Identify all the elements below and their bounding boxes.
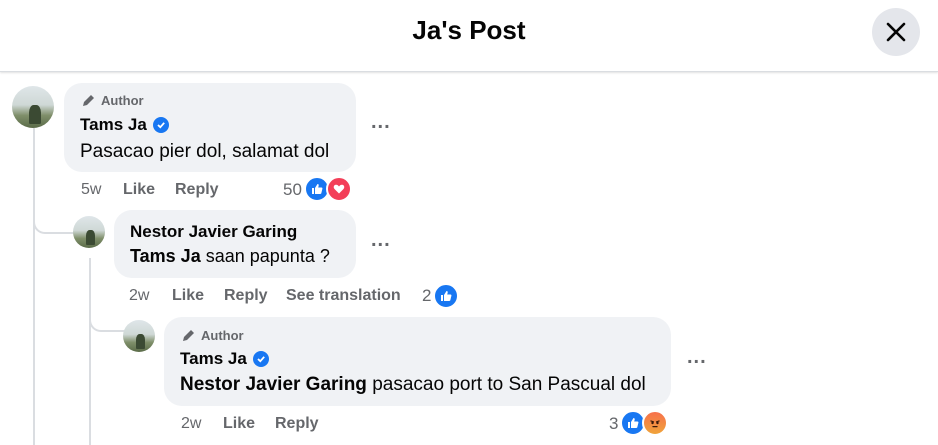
thread-connector xyxy=(33,218,75,234)
like-icon[interactable] xyxy=(433,283,459,309)
close-button[interactable] xyxy=(872,8,920,56)
comment-time[interactable]: 2w xyxy=(181,415,201,433)
close-icon xyxy=(886,22,906,42)
avatar[interactable] xyxy=(12,86,54,128)
love-icon[interactable] xyxy=(326,176,352,202)
comment-text: Nestor Javier Garing pasacao port to San… xyxy=(180,374,646,395)
reply-button[interactable]: Reply xyxy=(224,287,268,305)
commenter-name[interactable]: Tams Ja xyxy=(180,349,269,369)
more-options-icon[interactable]: ... xyxy=(371,229,391,252)
angry-icon[interactable] xyxy=(642,410,668,436)
thread-connector xyxy=(89,316,125,332)
comment-text: Pasacao pier dol, salamat dol xyxy=(80,141,330,162)
comment-text: Tams Ja saan papunta ? xyxy=(130,246,330,266)
mention-link[interactable]: Nestor Javier Garing xyxy=(180,374,367,395)
comment-bubble xyxy=(114,210,356,278)
verified-badge-icon xyxy=(152,117,169,133)
reply-button[interactable]: Reply xyxy=(275,415,319,433)
see-translation-button[interactable]: See translation xyxy=(286,287,401,305)
commenter-name[interactable]: Nestor Javier Garing xyxy=(130,222,297,242)
comment-time[interactable]: 2w xyxy=(129,287,149,305)
reaction-count[interactable]: 2 xyxy=(422,286,431,306)
pencil-icon xyxy=(183,330,194,341)
reaction-count[interactable]: 50 xyxy=(283,180,302,200)
verified-badge-icon xyxy=(252,351,269,367)
author-badge: Author xyxy=(181,328,244,343)
like-button[interactable]: Like xyxy=(123,181,155,199)
avatar[interactable] xyxy=(123,320,155,352)
page-title: Ja's Post xyxy=(412,15,526,45)
avatar[interactable] xyxy=(73,216,105,248)
like-button[interactable]: Like xyxy=(223,415,255,433)
dialog-header: Ja's Post xyxy=(0,0,938,72)
like-button[interactable]: Like xyxy=(172,287,204,305)
comment-time[interactable]: 5w xyxy=(81,181,101,199)
commenter-name[interactable]: Tams Ja xyxy=(80,115,169,135)
thread-line xyxy=(89,258,91,445)
pencil-icon xyxy=(83,95,94,106)
reply-button[interactable]: Reply xyxy=(175,181,219,199)
reaction-count[interactable]: 3 xyxy=(609,414,618,434)
more-options-icon[interactable]: ... xyxy=(371,111,391,134)
mention-link[interactable]: Tams Ja xyxy=(130,246,201,266)
author-badge: Author xyxy=(81,93,144,108)
thread-line xyxy=(33,128,35,445)
more-options-icon[interactable]: ... xyxy=(687,346,707,369)
